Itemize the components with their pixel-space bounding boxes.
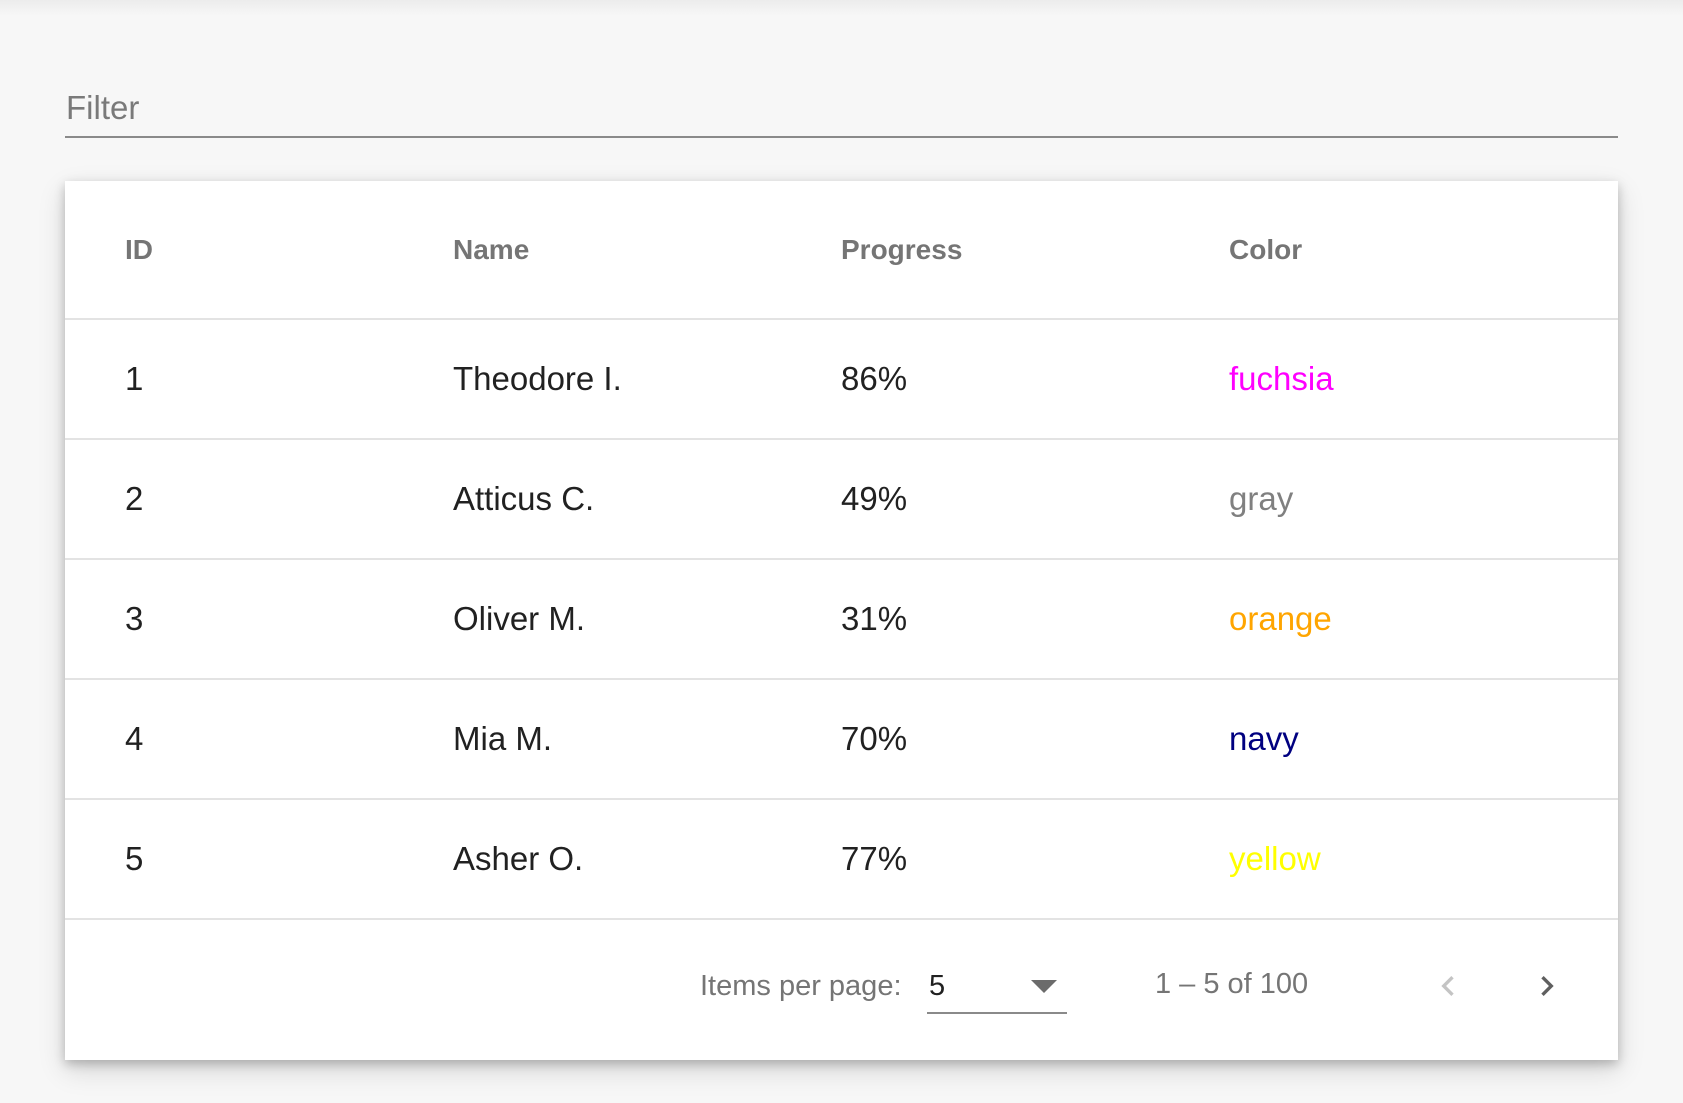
- table-row: 3 Oliver M. 31% orange: [65, 559, 1618, 680]
- header-row: ID Name Progress Color: [65, 181, 1618, 320]
- table-row: 2 Atticus C. 49% gray: [65, 439, 1618, 560]
- cell-progress: 77%: [841, 799, 1229, 920]
- cell-color: yellow: [1229, 799, 1618, 920]
- cell-color: orange: [1229, 559, 1618, 680]
- table-header: ID Name Progress Color: [65, 181, 1618, 320]
- column-header-id: ID: [65, 181, 453, 320]
- cell-id: 4: [65, 679, 453, 800]
- items-per-page-value: 5: [929, 970, 946, 1002]
- table-row: 5 Asher O. 77% yellow: [65, 799, 1618, 920]
- cell-name: Mia M.: [453, 679, 841, 800]
- items-per-page-select[interactable]: 5: [927, 962, 1067, 1014]
- column-header-name: Name: [453, 181, 841, 320]
- dropdown-arrow-icon: [1031, 980, 1057, 993]
- cell-color: navy: [1229, 679, 1618, 800]
- cell-progress: 49%: [841, 439, 1229, 560]
- items-per-page-label: Items per page:: [700, 970, 902, 1002]
- table-row: 4 Mia M. 70% navy: [65, 679, 1618, 800]
- previous-page-button[interactable]: [1418, 956, 1478, 1016]
- cell-name: Oliver M.: [453, 559, 841, 680]
- table-body: 1 Theodore I. 86% fuchsia 2 Atticus C. 4…: [65, 319, 1618, 920]
- table-row: 1 Theodore I. 86% fuchsia: [65, 319, 1618, 440]
- filter-input[interactable]: [65, 70, 1618, 136]
- next-page-button[interactable]: [1517, 956, 1577, 1016]
- cell-id: 1: [65, 319, 453, 440]
- page-range-label: 1 – 5 of 100: [1155, 968, 1309, 1000]
- cell-name: Theodore I.: [453, 319, 841, 440]
- cell-id: 3: [65, 559, 453, 680]
- data-table-card: ID Name Progress Color 1 Theodore I. 86%…: [65, 181, 1618, 1060]
- chevron-left-icon: [1441, 976, 1454, 996]
- data-table: ID Name Progress Color 1 Theodore I. 86%…: [65, 181, 1618, 920]
- cell-progress: 31%: [841, 559, 1229, 680]
- top-shadow: [0, 0, 1683, 16]
- cell-name: Asher O.: [453, 799, 841, 920]
- cell-progress: 86%: [841, 319, 1229, 440]
- column-header-color: Color: [1229, 181, 1618, 320]
- filter-field[interactable]: [65, 70, 1618, 138]
- paginator: Items per page: 5 1 – 5 of 100: [65, 920, 1618, 1060]
- cell-color: gray: [1229, 439, 1618, 560]
- chevron-right-icon: [1541, 976, 1554, 996]
- cell-color: fuchsia: [1229, 319, 1618, 440]
- cell-id: 2: [65, 439, 453, 560]
- column-header-progress: Progress: [841, 181, 1229, 320]
- cell-name: Atticus C.: [453, 439, 841, 560]
- cell-progress: 70%: [841, 679, 1229, 800]
- cell-id: 5: [65, 799, 453, 920]
